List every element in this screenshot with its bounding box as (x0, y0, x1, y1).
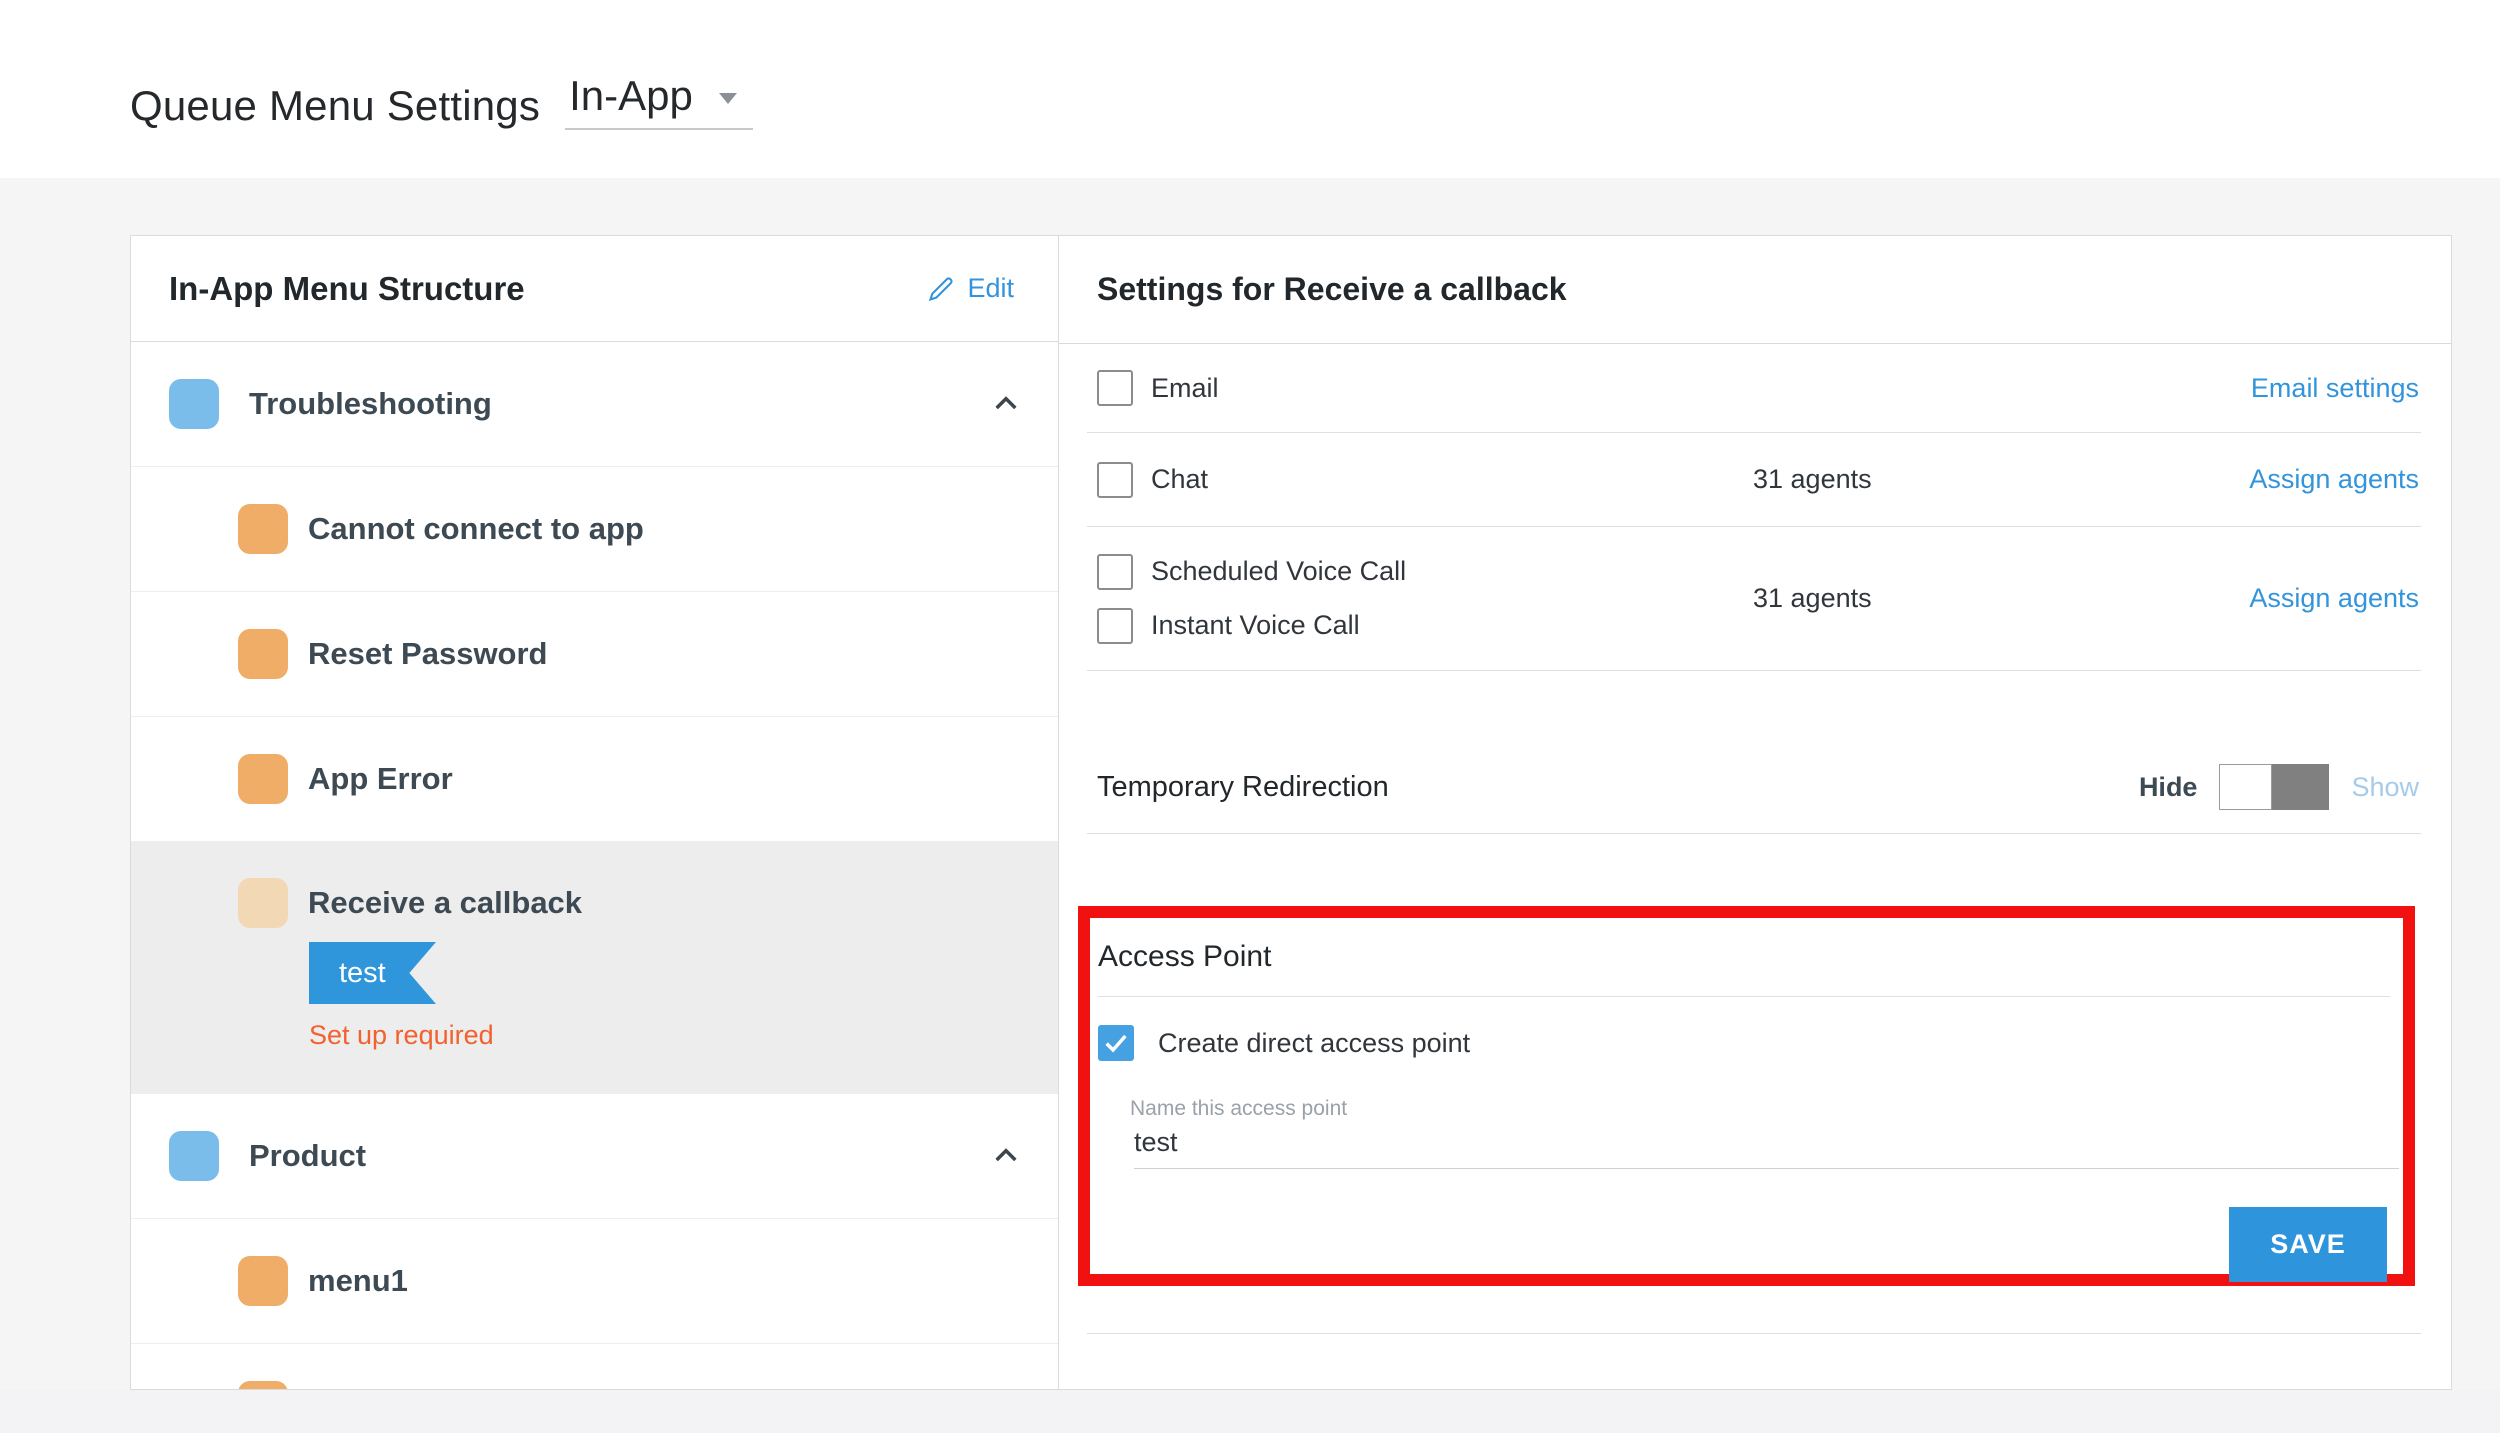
settings-header: Settings for Receive a callback (1059, 236, 2451, 344)
create-access-point-row: Create direct access point (1098, 1025, 2390, 1061)
access-point-header: Access Point (1098, 918, 2390, 997)
menu-item-cannot-connect-to-app[interactable]: Cannot connect to app (131, 467, 1058, 592)
chat-agents-count: 31 agents (1753, 464, 1872, 495)
menu-structure-header: In-App Menu Structure Edit (131, 236, 1058, 342)
voice-agents-count: 31 agents (1753, 583, 1872, 614)
menu-item-product[interactable]: Product (131, 1094, 1058, 1219)
email-label: Email (1151, 373, 1219, 404)
create-access-point-checkbox[interactable] (1098, 1025, 1134, 1061)
category-icon (169, 1131, 219, 1181)
voice-options: Scheduled Voice Call Instant Voice Call (1097, 554, 1406, 644)
menu-icon (238, 754, 288, 804)
menu-icon (238, 1256, 288, 1306)
bottom-band (0, 1390, 2500, 1433)
caret-down-icon (719, 93, 737, 104)
temporary-redirection-label: Temporary Redirection (1097, 771, 1389, 804)
spacer (1059, 1286, 2451, 1333)
menu-structure-panel: In-App Menu Structure Edit Troubleshooti… (131, 236, 1059, 1389)
chevron-up-icon[interactable] (990, 388, 1058, 420)
panel-title: In-App Menu Structure (169, 270, 525, 308)
chat-label: Chat (1151, 464, 1208, 495)
channel-selector-value: In-App (569, 72, 693, 120)
voice-assign-agents-link[interactable]: Assign agents (2249, 583, 2419, 614)
menu-icon (238, 504, 288, 554)
menu-item-menu2[interactable]: menu2 (131, 1344, 1058, 1389)
pencil-icon (927, 275, 955, 303)
edit-button[interactable]: Edit (927, 273, 1014, 304)
access-point-badge: test (309, 942, 436, 1004)
access-point-name-label: Name this access point (1130, 1097, 2390, 1121)
scheduled-voice-call-label: Scheduled Voice Call (1151, 556, 1406, 587)
main-card: In-App Menu Structure Edit Troubleshooti… (130, 235, 2452, 1390)
menu-item-label: menu1 (308, 1263, 408, 1299)
menu-item-label: Product (249, 1138, 366, 1174)
visibility-toggle-cluster: Hide Show (2139, 764, 2419, 810)
access-point-title: Access Point (1098, 940, 1271, 974)
settings-panel: Settings for Receive a callback Email Em… (1059, 236, 2451, 1389)
menu-item-label: Reset Password (308, 636, 548, 672)
chat-checkbox[interactable] (1097, 462, 1133, 498)
setup-required-note: Set up required (309, 1020, 494, 1051)
selected-item-main: Receive a callback (238, 878, 582, 928)
create-access-point-label: Create direct access point (1158, 1028, 1470, 1059)
email-settings-link[interactable]: Email settings (2251, 373, 2419, 404)
access-point-name-input[interactable] (1134, 1127, 2399, 1169)
instant-voice-call-checkbox[interactable] (1097, 608, 1133, 644)
page-title: Queue Menu Settings (130, 82, 540, 130)
spacer (1059, 834, 2451, 906)
category-icon (169, 379, 219, 429)
checkmark-icon (1102, 1029, 1130, 1057)
divider (1087, 1333, 2421, 1334)
menu-icon (238, 629, 288, 679)
menu-icon (238, 1381, 288, 1389)
settings-title: Settings for Receive a callback (1097, 271, 1567, 308)
menu-item-troubleshooting[interactable]: Troubleshooting (131, 342, 1058, 467)
page-header: Queue Menu Settings In-App (130, 72, 753, 130)
menu-item-label: menu2 (308, 1388, 408, 1389)
menu-item-reset-password[interactable]: Reset Password (131, 592, 1058, 717)
channel-row-chat: Chat 31 agents Assign agents (1059, 433, 2451, 526)
toggle-knob (2219, 764, 2272, 810)
chat-assign-agents-link[interactable]: Assign agents (2249, 464, 2419, 495)
hide-label: Hide (2139, 772, 2198, 803)
menu-item-menu1[interactable]: menu1 (131, 1219, 1058, 1344)
scheduled-voice-call-checkbox[interactable] (1097, 554, 1133, 590)
save-row: SAVE (1098, 1207, 2390, 1282)
menu-icon (238, 878, 288, 928)
save-button[interactable]: SAVE (2229, 1207, 2387, 1282)
email-checkbox[interactable] (1097, 370, 1133, 406)
menu-item-label: App Error (308, 761, 453, 797)
scheduled-voice-call-option: Scheduled Voice Call (1097, 554, 1406, 590)
channel-selector[interactable]: In-App (565, 72, 753, 130)
access-point-section: Access Point Create direct access point … (1078, 906, 2415, 1286)
channel-row-email: Email Email settings (1059, 344, 2451, 432)
channel-row-voice: Scheduled Voice Call Instant Voice Call … (1059, 527, 2451, 670)
visibility-toggle[interactable] (2219, 764, 2329, 810)
menu-item-label: Receive a callback (308, 885, 582, 921)
temporary-redirection-row: Temporary Redirection Hide Show (1059, 671, 2451, 833)
menu-item-label: Cannot connect to app (308, 511, 644, 547)
show-label: Show (2351, 772, 2419, 803)
chevron-up-icon[interactable] (990, 1140, 1058, 1172)
edit-label: Edit (967, 273, 1014, 304)
instant-voice-call-label: Instant Voice Call (1151, 610, 1360, 641)
menu-item-label: Troubleshooting (249, 386, 492, 422)
menu-item-app-error[interactable]: App Error (131, 717, 1058, 842)
instant-voice-call-option: Instant Voice Call (1097, 608, 1406, 644)
menu-item-receive-a-callback[interactable]: Receive a callback test Set up required (131, 842, 1058, 1094)
